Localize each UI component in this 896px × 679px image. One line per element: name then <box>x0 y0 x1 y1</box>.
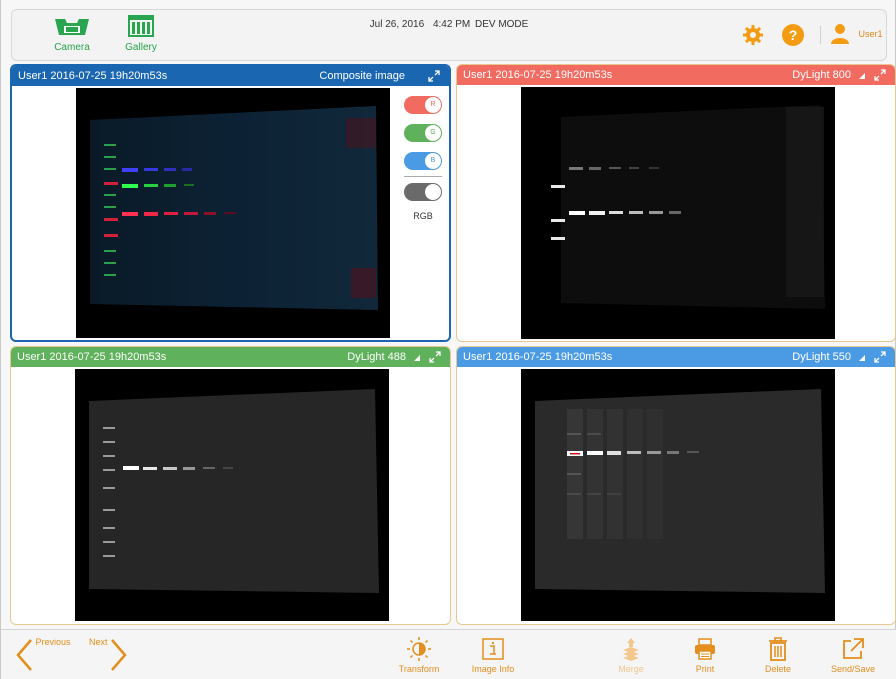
mode-text: DEV MODE <box>474 19 529 30</box>
next-button[interactable]: Next <box>89 637 128 672</box>
previous-label: Previous <box>35 637 71 648</box>
composite-blot-image <box>76 88 390 338</box>
channel-dropdown-icon[interactable] <box>859 73 865 79</box>
share-icon <box>843 638 864 659</box>
trash-icon <box>769 637 787 661</box>
header-divider <box>820 26 821 44</box>
chevron-left-icon <box>16 639 32 671</box>
dylight488-title: User1 2016-07-25 19h20m53s <box>17 351 167 363</box>
rgb-toggle-knob <box>425 184 441 200</box>
dylight800-panel-header: User1 2016-07-25 19h20m53s DyLight 800 <box>457 65 895 85</box>
dylight488-blot-image <box>75 369 389 621</box>
time-text: 4:42 PM <box>432 19 471 30</box>
expand-icon[interactable] <box>873 350 887 364</box>
expand-icon[interactable] <box>873 68 887 82</box>
dylight550-blot-image <box>521 369 835 621</box>
camera-label: Camera <box>54 42 90 53</box>
bottom-toolbar: Previous Next Transform Image Info Merge… <box>1 629 896 679</box>
channel-dropdown-icon[interactable] <box>414 355 420 361</box>
previous-button[interactable]: Previous <box>15 637 71 672</box>
rgb-toggle[interactable] <box>404 183 442 201</box>
delete-label: Delete <box>764 664 791 674</box>
question-icon: ? <box>788 27 798 43</box>
gallery-label: Gallery <box>125 42 157 53</box>
transform-button[interactable]: Transform <box>394 630 444 674</box>
red-toggle-knob: R <box>425 97 441 113</box>
user-icon <box>831 24 849 44</box>
dylight550-panel-header: User1 2016-07-25 19h20m53s DyLight 550 <box>457 347 895 367</box>
red-channel-toggle[interactable]: R <box>404 96 442 114</box>
dylight550-channel-label: DyLight 550 <box>792 351 851 363</box>
dylight800-title: User1 2016-07-25 19h20m53s <box>463 69 613 81</box>
help-button[interactable]: ? <box>782 24 804 46</box>
merge-label: Merge <box>618 664 644 674</box>
username: User1 <box>858 29 883 39</box>
expand-icon[interactable] <box>427 69 441 83</box>
dylight488-channel-label: DyLight 488 <box>347 351 406 363</box>
dylight800-channel-label: DyLight 800 <box>792 69 851 81</box>
gear-icon <box>743 25 763 45</box>
printer-icon <box>695 638 715 660</box>
date-text: Jul 26, 2016 <box>369 19 425 30</box>
dylight800-panel[interactable]: User1 2016-07-25 19h20m53s DyLight 800 <box>456 64 896 342</box>
chevron-right-icon <box>111 639 127 671</box>
next-label: Next <box>89 637 108 648</box>
info-icon <box>482 638 504 660</box>
rgb-label: RGB <box>413 211 433 221</box>
print-label: Print <box>695 664 715 674</box>
dylight488-panel[interactable]: User1 2016-07-25 19h20m53s DyLight 488 <box>10 346 451 625</box>
brightness-icon <box>407 637 431 661</box>
dylight800-blot-image <box>521 87 835 339</box>
green-toggle-knob: G <box>425 125 441 141</box>
channel-dropdown-icon[interactable] <box>859 355 865 361</box>
expand-icon[interactable] <box>428 350 442 364</box>
image-info-label: Image Info <box>471 664 515 674</box>
send-save-button[interactable]: Send/Save <box>825 630 881 674</box>
settings-button[interactable] <box>742 24 764 46</box>
blue-toggle-knob: B <box>425 153 441 169</box>
send-save-label: Send/Save <box>830 664 876 674</box>
merge-button[interactable]: Merge <box>612 630 650 674</box>
transform-label: Transform <box>398 664 440 674</box>
dylight550-title: User1 2016-07-25 19h20m53s <box>463 351 613 363</box>
print-button[interactable]: Print <box>688 630 722 674</box>
merge-layers-icon <box>623 638 639 661</box>
channel-toggles: R G B RGB <box>404 96 444 221</box>
user-menu[interactable]: User1 <box>830 23 882 47</box>
delete-button[interactable]: Delete <box>760 630 796 674</box>
dylight550-panel[interactable]: User1 2016-07-25 19h20m53s DyLight 550 <box>456 346 896 625</box>
toggle-divider <box>404 176 442 177</box>
composite-panel-header: User1 2016-07-25 19h20m53s Composite ima… <box>12 66 449 86</box>
composite-title: User1 2016-07-25 19h20m53s <box>18 70 168 82</box>
composite-channel-label: Composite image <box>319 70 405 82</box>
image-info-button[interactable]: Image Info <box>467 630 519 674</box>
top-bar: Camera Gallery Jul 26, 2016 4:42 PM DEV … <box>11 9 887 61</box>
dylight488-panel-header: User1 2016-07-25 19h20m53s DyLight 488 <box>11 347 450 367</box>
green-channel-toggle[interactable]: G <box>404 124 442 142</box>
blue-channel-toggle[interactable]: B <box>404 152 442 170</box>
app-window: Camera Gallery Jul 26, 2016 4:42 PM DEV … <box>0 0 896 679</box>
composite-panel[interactable]: User1 2016-07-25 19h20m53s Composite ima… <box>10 64 451 342</box>
